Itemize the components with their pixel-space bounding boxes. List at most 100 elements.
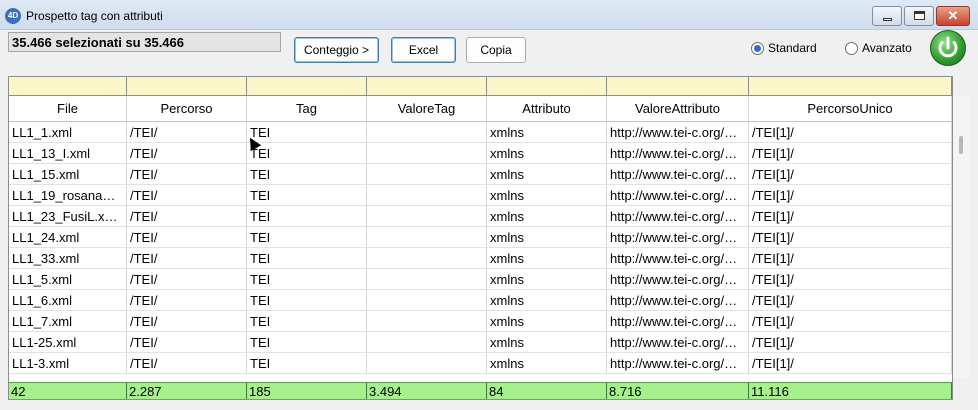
table-cell[interactable]: /TEI/ — [127, 269, 247, 290]
table-cell[interactable]: TEI — [247, 290, 367, 311]
table-cell[interactable]: LL1-25.xml — [9, 332, 127, 353]
table-cell[interactable] — [367, 227, 487, 248]
filter-cell[interactable] — [749, 77, 952, 96]
table-cell[interactable]: TEI — [247, 227, 367, 248]
table-cell[interactable]: /TEI[1]/ — [749, 290, 952, 311]
table-cell[interactable]: LL1_5.xml — [9, 269, 127, 290]
table-cell[interactable]: xmlns — [487, 332, 607, 353]
column-header[interactable]: ValoreAttributo — [607, 96, 749, 122]
table-cell[interactable]: xmlns — [487, 143, 607, 164]
table-cell[interactable]: xmlns — [487, 290, 607, 311]
table-cell[interactable]: xmlns — [487, 227, 607, 248]
table-row[interactable]: LL1_19_rosana…/TEI/TEI xmlns http://www.te… — [9, 185, 952, 206]
table-row[interactable]: LL1_7.xml/TEI/TEI xmlns http://www.tei-c.o… — [9, 311, 952, 332]
table-cell[interactable]: /TEI/ — [127, 164, 247, 185]
table-cell[interactable]: /TEI/ — [127, 206, 247, 227]
column-header[interactable]: Tag — [247, 96, 367, 122]
table-cell[interactable]: xmlns — [487, 311, 607, 332]
table-cell[interactable]: xmlns — [487, 269, 607, 290]
table-cell[interactable]: TEI — [247, 332, 367, 353]
table-cell[interactable]: /TEI/ — [127, 122, 247, 143]
table-cell[interactable]: TEI — [247, 185, 367, 206]
excel-button[interactable]: Excel — [391, 37, 456, 63]
column-header[interactable]: ValoreTag — [367, 96, 487, 122]
table-cell[interactable]: xmlns — [487, 248, 607, 269]
table-cell[interactable]: http://www.tei-c.org/… — [607, 311, 749, 332]
table-cell[interactable]: http://www.tei-c.org/… — [607, 122, 749, 143]
filter-cell[interactable] — [9, 77, 127, 96]
table-cell[interactable]: xmlns — [487, 164, 607, 185]
table-cell[interactable]: http://www.tei-c.org/… — [607, 290, 749, 311]
table-cell[interactable]: xmlns — [487, 185, 607, 206]
table-cell[interactable]: TEI — [247, 122, 367, 143]
table-cell[interactable] — [367, 332, 487, 353]
table-cell[interactable] — [367, 269, 487, 290]
filter-cell[interactable] — [367, 77, 487, 96]
table-cell[interactable]: /TEI/ — [127, 227, 247, 248]
table-cell[interactable]: /TEI[1]/ — [749, 248, 952, 269]
table-row[interactable]: LL1_24.xml/TEI/TEI xmlns http://www.tei-c.… — [9, 227, 952, 248]
power-button[interactable] — [930, 30, 966, 66]
table-cell[interactable] — [367, 164, 487, 185]
table-cell[interactable]: http://www.tei-c.org/… — [607, 164, 749, 185]
table-cell[interactable]: /TEI[1]/ — [749, 164, 952, 185]
table-cell[interactable] — [367, 143, 487, 164]
conteggio-button[interactable]: Conteggio > — [294, 37, 379, 63]
table-cell[interactable]: LL1_13_I.xml — [9, 143, 127, 164]
table-cell[interactable]: /TEI[1]/ — [749, 122, 952, 143]
table-cell[interactable]: LL1_24.xml — [9, 227, 127, 248]
table-row[interactable]: LL1_15.xml/TEI/TEI xmlns http://www.tei-c.… — [9, 164, 952, 185]
column-header[interactable]: Percorso — [127, 96, 247, 122]
table-cell[interactable]: /TEI/ — [127, 353, 247, 374]
table-row[interactable]: LL1_33.xml/TEI/TEI xmlns http://www.tei-c.… — [9, 248, 952, 269]
table-cell[interactable]: LL1_33.xml — [9, 248, 127, 269]
scrollbar-thumb[interactable] — [959, 136, 963, 154]
table-cell[interactable]: http://www.tei-c.org/… — [607, 206, 749, 227]
table-row[interactable]: LL1_23_FusiL.x…/TEI/TEI xmlns http://www.t… — [9, 206, 952, 227]
filter-cell[interactable] — [607, 77, 749, 96]
radio-standard[interactable]: Standard — [751, 41, 831, 57]
table-cell[interactable]: /TEI[1]/ — [749, 143, 952, 164]
table-cell[interactable]: /TEI/ — [127, 311, 247, 332]
column-header[interactable]: Attributo — [487, 96, 607, 122]
table-cell[interactable]: /TEI[1]/ — [749, 185, 952, 206]
table-cell[interactable]: /TEI/ — [127, 332, 247, 353]
table-cell[interactable]: /TEI[1]/ — [749, 332, 952, 353]
table-cell[interactable]: TEI — [247, 164, 367, 185]
table-cell[interactable]: TEI — [247, 353, 367, 374]
table-cell[interactable]: LL1_23_FusiL.x… — [9, 206, 127, 227]
table-cell[interactable]: /TEI[1]/ — [749, 311, 952, 332]
vertical-scrollbar[interactable] — [953, 96, 969, 378]
radio-standard-dot[interactable] — [751, 42, 764, 55]
filter-cell[interactable] — [487, 77, 607, 96]
table-cell[interactable]: LL1_1.xml — [9, 122, 127, 143]
table-cell[interactable]: /TEI/ — [127, 248, 247, 269]
radio-avanzato-dot[interactable] — [845, 42, 858, 55]
table-cell[interactable] — [367, 185, 487, 206]
copia-button[interactable]: Copia — [466, 37, 526, 63]
radio-avanzato[interactable]: Avanzato — [845, 41, 925, 57]
table-cell[interactable]: http://www.tei-c.org/… — [607, 269, 749, 290]
table-cell[interactable] — [367, 311, 487, 332]
table-cell[interactable]: http://www.tei-c.org/… — [607, 248, 749, 269]
table-cell[interactable]: /TEI/ — [127, 185, 247, 206]
table-cell[interactable]: /TEI/ — [127, 290, 247, 311]
table-row[interactable]: LL1_1.xml/TEI/TEI xmlns http://www.tei-c.o… — [9, 122, 952, 143]
column-header[interactable]: PercorsoUnico — [749, 96, 952, 122]
table-cell[interactable]: http://www.tei-c.org/… — [607, 227, 749, 248]
table-row[interactable]: LL1-25.xml/TEI/TEI xmlns http://www.tei-c.… — [9, 332, 952, 353]
table-cell[interactable] — [367, 353, 487, 374]
table-cell[interactable] — [367, 290, 487, 311]
table-cell[interactable]: TEI — [247, 311, 367, 332]
maximize-button[interactable] — [904, 6, 934, 26]
minimize-button[interactable] — [872, 6, 902, 26]
table-cell[interactable]: LL1-3.xml — [9, 353, 127, 374]
table-cell[interactable]: /TEI[1]/ — [749, 353, 952, 374]
table-cell[interactable]: http://www.tei-c.org/… — [607, 143, 749, 164]
table-cell[interactable]: xmlns — [487, 206, 607, 227]
table-cell[interactable]: http://www.tei-c.org/… — [607, 185, 749, 206]
data-grid[interactable]: File Percorso Tag ValoreTag Attributo ValoreA… — [8, 76, 953, 400]
filter-cell[interactable] — [127, 77, 247, 96]
table-cell[interactable]: http://www.tei-c.org/… — [607, 332, 749, 353]
table-cell[interactable]: TEI — [247, 269, 367, 290]
